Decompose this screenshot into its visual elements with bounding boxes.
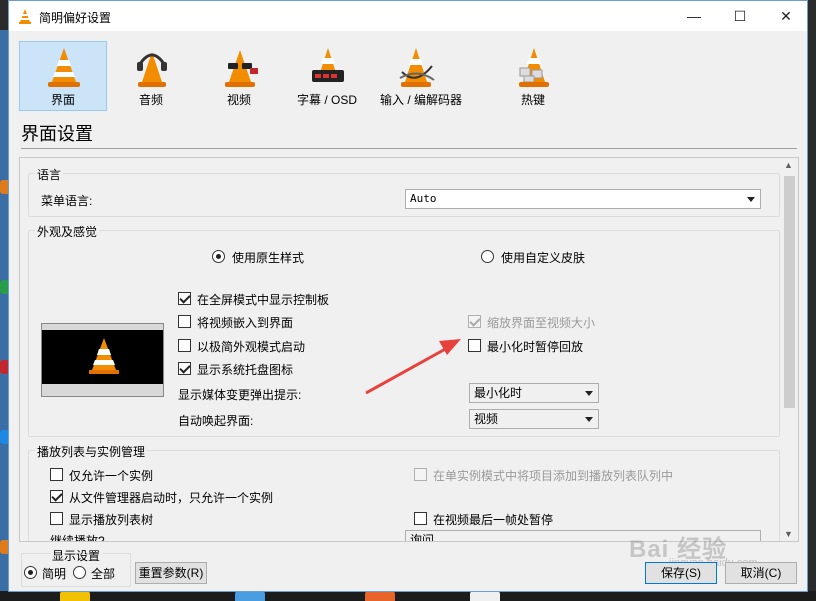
keyboard-cone-icon <box>519 48 549 87</box>
continue-playback-label: 继续播放? <box>50 534 105 542</box>
tab-label: 界面 <box>50 93 75 107</box>
one-instance-checkbox[interactable] <box>50 468 63 481</box>
maximize-icon: ☐ <box>733 8 747 24</box>
title-bar: 简明偏好设置 — ☐ ✕ <box>9 1 807 31</box>
cable-cone-icon <box>399 48 435 87</box>
language-group: 语言 菜单语言: Auto <box>28 166 780 217</box>
tab-hotkeys[interactable]: 热键 <box>489 41 577 111</box>
minimal-mode-label: 以极简外观模式启动 <box>197 340 306 354</box>
tab-label: 输入 / 编解码器 <box>379 93 462 107</box>
custom-skin-label: 使用自定义皮肤 <box>501 251 586 265</box>
minimize-button[interactable]: — <box>671 1 717 31</box>
minimize-icon: — <box>687 8 701 24</box>
group-title: 播放列表与实例管理 <box>35 443 148 460</box>
scrollbar-thumb[interactable] <box>784 176 795 408</box>
enqueue-checkbox[interactable] <box>414 468 427 481</box>
save-button[interactable]: 保存(S) <box>645 562 717 584</box>
reset-preferences-button[interactable]: 重置参数(R) <box>135 562 207 584</box>
native-style-radio[interactable] <box>212 250 225 263</box>
vertical-scrollbar[interactable]: ▲ ▼ <box>781 158 798 541</box>
pause-minimized-label: 最小化时暂停回放 <box>487 340 584 354</box>
all-view-radio[interactable] <box>73 566 86 579</box>
glasses-cone-icon <box>225 50 258 87</box>
tab-label: 音频 <box>138 93 163 107</box>
group-title: 语言 <box>35 166 64 183</box>
subtitle-cone-icon <box>312 48 344 82</box>
show-settings-title: 显示设置 <box>50 547 103 564</box>
category-toolbar: 界面 音频 视频 字幕 / OSD 输入 / 编解码器 热键 <box>19 41 799 111</box>
tab-audio[interactable]: 音频 <box>107 41 195 111</box>
fullscreen-controller-label: 在全屏模式中显示控制板 <box>197 293 330 307</box>
embed-video-label: 将视频嵌入到界面 <box>197 316 294 330</box>
one-instance-file-checkbox[interactable] <box>50 490 63 503</box>
tab-video[interactable]: 视频 <box>195 41 283 111</box>
chevron-down-icon <box>585 417 593 422</box>
pause-minimized-checkbox[interactable] <box>468 339 481 352</box>
systray-checkbox[interactable] <box>178 362 191 375</box>
maximize-button[interactable]: ☐ <box>717 1 763 31</box>
chevron-down-icon <box>747 197 755 202</box>
raise-interface-select[interactable]: 视频 <box>469 409 599 429</box>
select-value: 询问 <box>410 533 435 542</box>
raise-interface-label: 自动唤起界面: <box>178 414 254 428</box>
embed-video-checkbox[interactable] <box>178 315 191 328</box>
playlist-tree-checkbox[interactable] <box>50 512 63 525</box>
one-instance-label: 仅允许一个实例 <box>69 469 154 483</box>
show-settings-group: 显示设置 简明 全部 <box>21 547 131 587</box>
preferences-window: 简明偏好设置 — ☐ ✕ 界面 音频 视频 字幕 / OSD 输入 / 编解码器… <box>8 0 808 592</box>
enqueue-label: 在单实例模式中将项目添加到播放列表队列中 <box>433 469 674 483</box>
vlc-cone-icon <box>19 9 31 24</box>
vlc-cone-icon <box>48 48 80 87</box>
tab-interface[interactable]: 界面 <box>19 41 107 111</box>
menu-language-label: 菜单语言: <box>41 194 93 208</box>
taskbar-item[interactable] <box>60 591 90 601</box>
skin-preview-image <box>41 323 164 397</box>
page-title: 界面设置 <box>21 124 93 144</box>
fullscreen-controller-checkbox[interactable] <box>178 292 191 305</box>
chevron-down-icon[interactable]: ▼ <box>784 529 793 539</box>
select-value: 视频 <box>474 412 499 426</box>
select-value: Auto <box>410 192 437 205</box>
tab-label: 视频 <box>226 93 251 107</box>
vlc-cone-icon <box>89 338 119 374</box>
tab-label: 热键 <box>520 93 545 107</box>
minimal-mode-checkbox[interactable] <box>178 339 191 352</box>
headphones-cone-icon <box>137 52 167 87</box>
chevron-up-icon[interactable]: ▲ <box>784 160 793 170</box>
resize-interface-label: 缩放界面至视频大小 <box>487 316 596 330</box>
preview-controls <box>42 384 163 396</box>
close-icon: ✕ <box>780 8 792 24</box>
one-instance-file-label: 从文件管理器启动时，只允许一个实例 <box>69 491 274 505</box>
tab-subtitles-osd[interactable]: 字幕 / OSD <box>283 41 371 111</box>
preview-menubar <box>42 324 163 330</box>
simple-view-radio[interactable] <box>24 566 37 579</box>
systray-label: 显示系统托盘图标 <box>197 363 294 377</box>
tab-label: 字幕 / OSD <box>296 93 357 107</box>
tab-input-codecs[interactable]: 输入 / 编解码器 <box>371 41 471 111</box>
popup-label: 显示媒体变更弹出提示: <box>178 388 302 402</box>
group-title: 外观及感觉 <box>35 223 100 240</box>
divider <box>21 148 797 149</box>
resize-interface-checkbox[interactable] <box>468 315 481 328</box>
custom-skin-radio[interactable] <box>481 250 494 263</box>
taskbar-item[interactable] <box>365 591 395 601</box>
menu-language-select[interactable]: Auto <box>405 189 761 209</box>
pause-last-frame-checkbox[interactable] <box>414 512 427 525</box>
chevron-down-icon <box>585 391 593 396</box>
close-button[interactable]: ✕ <box>763 1 809 31</box>
cancel-button[interactable]: 取消(C) <box>725 562 797 584</box>
taskbar-item[interactable] <box>470 591 500 601</box>
select-value: 最小化时 <box>474 386 523 400</box>
window-title: 简明偏好设置 <box>39 11 112 25</box>
pause-last-frame-label: 在视频最后一帧处暂停 <box>433 513 554 527</box>
taskbar <box>0 591 816 601</box>
settings-panel: 语言 菜单语言: Auto 外观及感觉 使用原生样式 使用自定义皮肤 在全屏模式… <box>19 157 799 542</box>
popup-select[interactable]: 最小化时 <box>469 383 599 403</box>
simple-view-label: 简明 <box>42 567 67 581</box>
all-view-label: 全部 <box>91 567 116 581</box>
native-style-label: 使用原生样式 <box>232 251 305 265</box>
taskbar-item[interactable] <box>235 591 265 601</box>
playlist-tree-label: 显示播放列表树 <box>69 513 154 527</box>
